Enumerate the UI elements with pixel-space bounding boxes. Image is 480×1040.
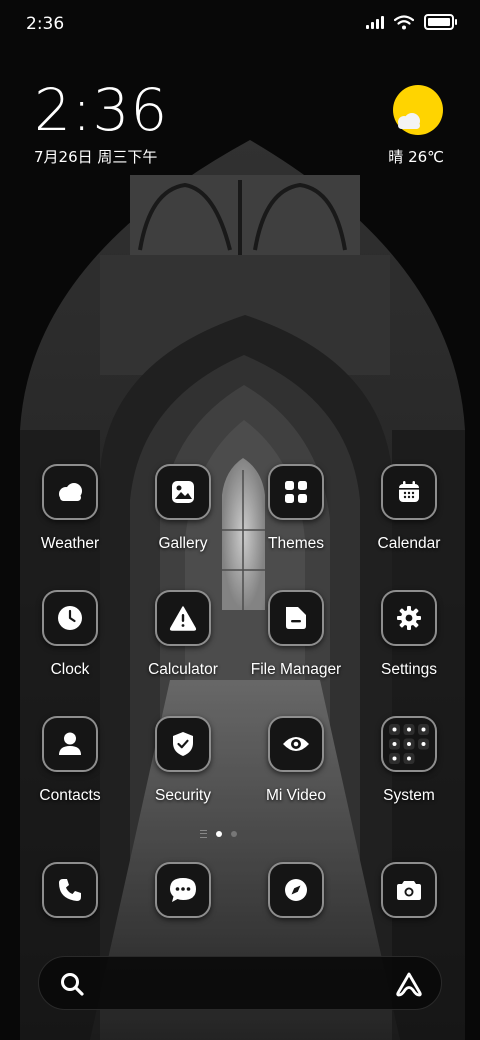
app-gallery[interactable]: Gallery [123,464,243,553]
app-tile [268,716,324,772]
app-security[interactable]: Security [123,716,243,805]
shield-icon [173,732,193,756]
app-tile [268,862,324,918]
app-tile [42,862,98,918]
app-tile [155,464,211,520]
app-tile [42,716,98,772]
app-tile [268,464,324,520]
app-tile [381,590,437,646]
assistant-icon[interactable] [395,970,423,998]
message-icon [170,878,196,902]
search-bar[interactable] [38,956,442,1010]
app-label: Weather [40,535,100,552]
cloud-icon [59,483,82,501]
sun-cloud-icon [393,85,443,135]
app-label: File Manager [250,661,342,678]
app-system-folder[interactable]: System [349,716,469,805]
app-tile [381,862,437,918]
folder-icon [286,607,306,629]
app-settings[interactable]: Settings [349,590,469,679]
clock-widget[interactable]: 2:36 7月26日 周三下午 [34,78,168,167]
clock-time: 2:36 [34,76,169,144]
page-list-icon [200,830,207,838]
status-bar: 2:36 [0,0,480,52]
app-label: Settings [380,661,437,678]
app-tile [381,464,437,520]
phone-icon [59,879,81,901]
weather-summary: 晴 26℃ [388,148,444,166]
gear-icon [397,606,421,630]
eye-icon [283,737,309,751]
app-mi-video[interactable]: Mi Video [236,716,356,805]
camera-icon [397,881,421,900]
app-label: Calendar [377,535,441,552]
image-icon [172,481,194,503]
app-label: Contacts [39,787,101,804]
app-themes[interactable]: Themes [236,464,356,553]
app-file-manager[interactable]: File Manager [236,590,356,679]
dock-phone[interactable] [10,862,130,918]
folder-grid-icon [389,724,429,764]
date-text: 7月26日 周三下午 [34,148,158,166]
app-tile [155,862,211,918]
app-label: Themes [268,535,324,552]
warning-icon [169,606,197,631]
search-icon[interactable] [59,971,85,997]
status-time: 2:36 [26,14,65,34]
dock-camera[interactable] [349,862,469,918]
page-indicator[interactable] [200,830,237,838]
app-tile [268,590,324,646]
grid-icon [285,481,307,503]
wifi-icon [394,14,414,29]
status-icons [366,14,457,30]
app-tile [381,716,437,772]
app-label: Security [155,787,211,804]
app-weather[interactable]: Weather [10,464,130,553]
app-label: Mi Video [265,787,327,804]
calendar-icon [399,481,419,502]
app-tile [42,590,98,646]
page-dot [231,831,237,837]
app-tile [155,716,211,772]
dock-browser[interactable] [236,862,356,918]
app-tile [42,464,98,520]
app-clock[interactable]: Clock [10,590,130,679]
app-label: Clock [50,661,90,678]
dock-messages[interactable] [123,862,243,918]
page-dot-active [216,831,222,837]
app-label: System [383,787,435,804]
battery-icon [424,14,457,30]
app-label: Gallery [158,535,208,552]
signal-icon [366,15,384,29]
app-label: Calculator [148,661,218,678]
app-tile [155,590,211,646]
person-icon [59,732,81,755]
compass-icon [285,879,307,901]
app-calculator[interactable]: Calculator [123,590,243,679]
app-contacts[interactable]: Contacts [10,716,130,805]
app-calendar[interactable]: Calendar [349,464,469,553]
clock-icon [58,606,82,630]
